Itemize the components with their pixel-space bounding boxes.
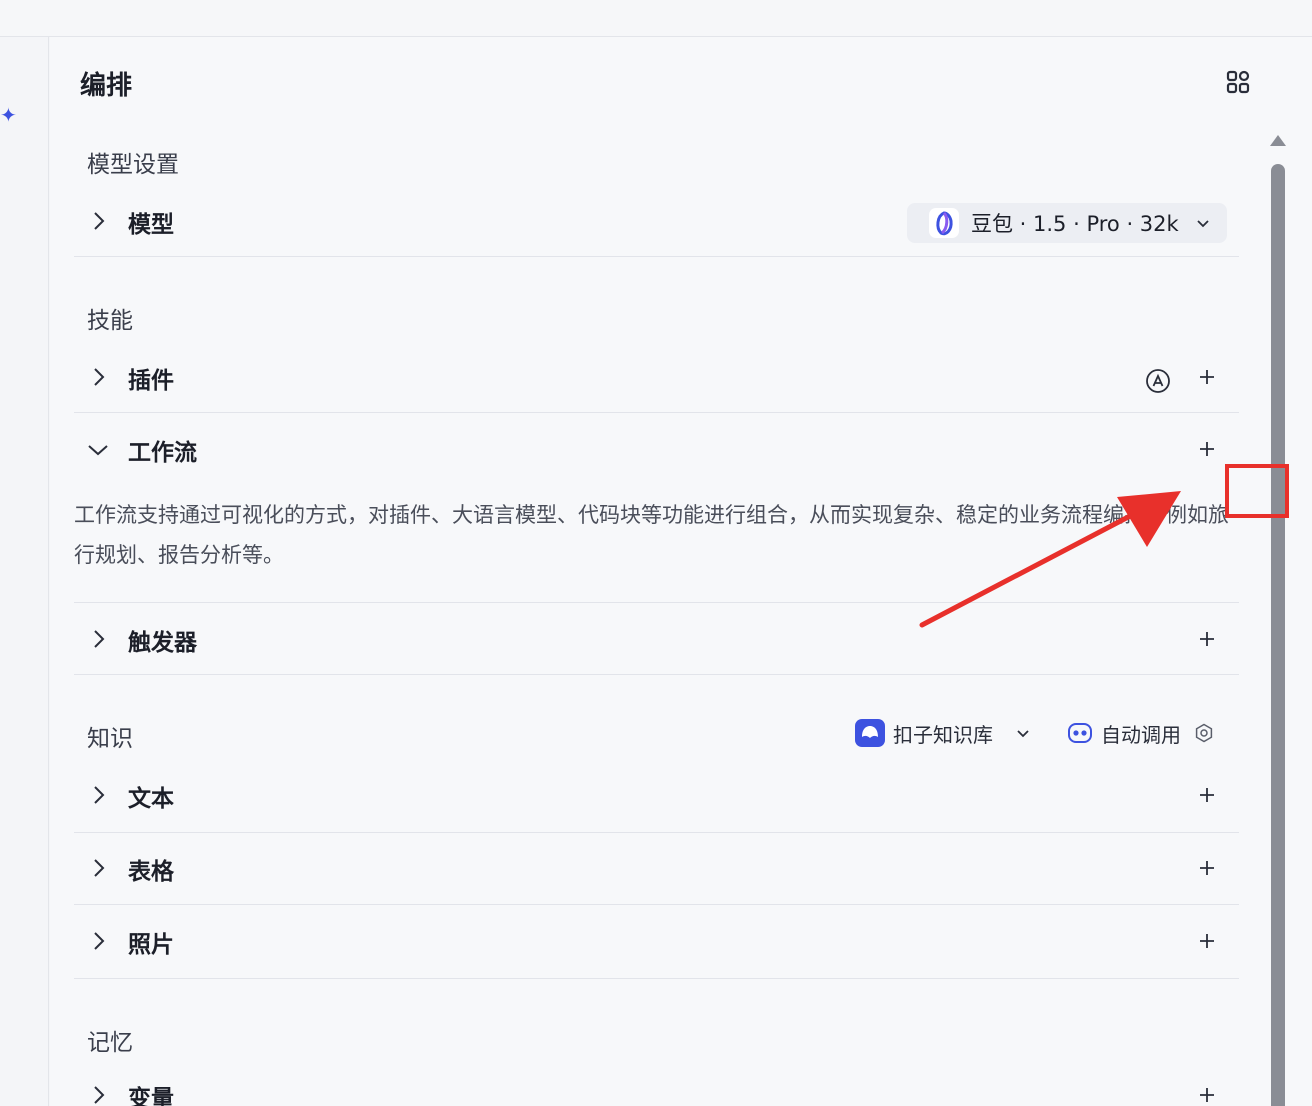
row-label-workflow: 工作流	[128, 440, 197, 466]
model-selector[interactable]: 豆包 · 1.5 · Pro · 32k	[907, 203, 1227, 243]
doubao-logo-icon	[929, 208, 959, 238]
plus-icon[interactable]	[1195, 437, 1219, 461]
divider	[74, 978, 1239, 979]
robot-icon	[1068, 723, 1092, 743]
chevron-right-icon	[94, 630, 105, 648]
section-knowledge: 知识	[87, 726, 133, 752]
scrollbar[interactable]	[1266, 132, 1290, 1106]
chevron-down-icon	[88, 445, 108, 456]
layout-grid-icon[interactable]	[1225, 69, 1251, 95]
row-photo[interactable]: 照片	[74, 907, 1239, 979]
chevron-right-icon	[94, 859, 105, 877]
row-label-model: 模型	[128, 212, 174, 238]
row-label-text: 文本	[128, 786, 174, 812]
chevron-right-icon	[94, 1086, 105, 1104]
panel-title: 编排	[80, 71, 133, 101]
row-text[interactable]: 文本	[74, 761, 1239, 833]
scroll-up-arrow-icon[interactable]	[1268, 132, 1288, 148]
plus-icon[interactable]	[1195, 856, 1219, 880]
chevron-down-icon	[1197, 220, 1209, 228]
auto-call-label: 自动调用	[1101, 723, 1181, 747]
divider	[74, 904, 1239, 905]
section-skills: 技能	[87, 308, 133, 334]
row-label-table: 表格	[128, 859, 174, 885]
knowledge-base-icon	[855, 719, 885, 747]
row-label-trigger: 触发器	[128, 630, 197, 656]
divider	[74, 832, 1239, 833]
row-table[interactable]: 表格	[74, 834, 1239, 906]
annotation-arrow	[919, 491, 1181, 628]
chevron-right-icon	[94, 368, 105, 386]
plus-icon[interactable]	[1195, 365, 1219, 389]
model-name: 豆包 · 1.5 · Pro · 32k	[971, 212, 1179, 236]
divider	[74, 674, 1239, 675]
chevron-right-icon	[94, 932, 105, 950]
sparkle-icon[interactable]: ✦	[0, 103, 17, 127]
orchestration-panel: 编排 模型设置 模型 豆包 · 1.5 · Pro · 32k 技能 插件 工作…	[50, 37, 1312, 1106]
knowledge-base-label: 扣子知识库	[893, 723, 993, 747]
plus-icon[interactable]	[1195, 929, 1219, 953]
gear-icon[interactable]	[1194, 723, 1214, 743]
chevron-down-icon	[1017, 730, 1029, 738]
row-variable[interactable]: 变量	[74, 1061, 1239, 1106]
row-label-variable: 变量	[128, 1086, 174, 1106]
annotation-highlight-box	[1225, 464, 1289, 518]
row-label-plugin: 插件	[128, 368, 174, 394]
chevron-right-icon	[94, 786, 105, 804]
plus-icon[interactable]	[1195, 783, 1219, 807]
section-model-settings: 模型设置	[87, 152, 179, 178]
top-bar	[0, 0, 1312, 37]
left-sidebar: ✦	[0, 37, 49, 1106]
section-memory: 记忆	[87, 1030, 133, 1056]
divider	[74, 256, 1239, 257]
scrollbar-thumb[interactable]	[1271, 164, 1285, 1106]
chevron-right-icon	[94, 212, 105, 230]
auto-a-icon[interactable]	[1145, 368, 1171, 394]
row-label-photo: 照片	[128, 932, 174, 958]
row-plugin[interactable]: 插件	[74, 343, 1239, 415]
divider	[74, 412, 1239, 413]
plus-icon[interactable]	[1195, 1083, 1219, 1106]
